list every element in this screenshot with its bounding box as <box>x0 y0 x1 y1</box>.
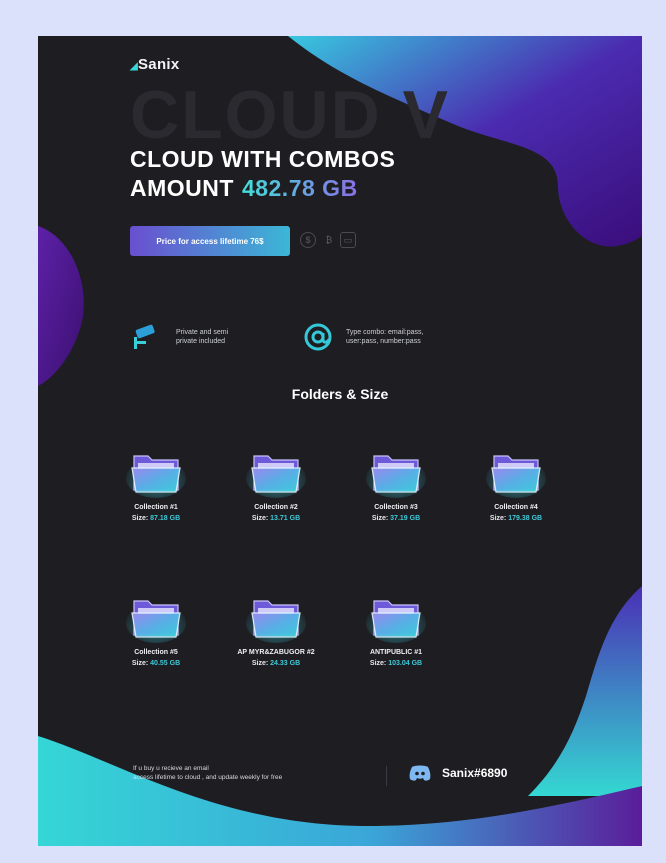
folder-name: Collection #1 <box>134 504 178 511</box>
amount-value: 482.78 GB <box>241 175 358 201</box>
dollar-coin-icon: $ <box>300 232 316 248</box>
folder-name: ANTIPUBLIC #1 <box>369 649 423 656</box>
folder-icon <box>126 455 186 498</box>
folder-size-label: Size: <box>369 660 387 667</box>
folder-size: Size: 37.19 GB <box>351 515 441 522</box>
feature-item: Type combo: email:pass, user:pass, numbe… <box>302 321 423 353</box>
folder-size: Size: 24.33 GB <box>231 660 321 667</box>
folder-size-value: 179.38 GB <box>508 515 543 522</box>
heading-line-1: CLOUD WITH COMBOS <box>130 146 396 172</box>
footer-divider <box>386 766 387 786</box>
folder-name: Collection #2 <box>254 504 298 511</box>
folder-item[interactable]: Collection #4 Size: 179.38 GB <box>471 446 561 522</box>
heading-line-2: AMOUNT 482.78 GB <box>130 175 358 202</box>
at-sign-icon <box>304 323 332 351</box>
footer-note-line: If u buy u recieve an email <box>133 765 209 772</box>
brand-name: Sanix <box>138 56 180 73</box>
folder-icon <box>366 600 426 643</box>
folder-item[interactable]: Collection #2 Size: 13.71 GB <box>231 446 321 522</box>
folder-size: Size: 179.38 GB <box>471 515 561 522</box>
camera-icon <box>134 324 155 349</box>
poster: ◢Sanix CLOUD V CLOUD WITH COMBOS AMOUNT 4… <box>38 36 642 846</box>
feature-item: Private and semi private included <box>130 321 228 353</box>
folder-item[interactable]: ANTIPUBLIC #1 Size: 103.04 GB <box>351 591 441 667</box>
folder-size-label: Size: <box>371 515 389 522</box>
wallet-icon: ▭ <box>340 232 356 248</box>
feature-text-line: Private and semi <box>176 329 229 336</box>
footer-note: If u buy u recieve an email access lifet… <box>133 764 282 782</box>
folder-size-label: Size: <box>251 660 269 667</box>
folder-size: Size: 13.71 GB <box>231 515 321 522</box>
folder-size: Size: 40.55 GB <box>111 660 201 667</box>
feature-text-line: Type combo: email:pass, <box>346 329 424 336</box>
feature-text: Type combo: email:pass, user:pass, numbe… <box>346 328 423 346</box>
folder-size-value: 87.18 GB <box>150 515 181 522</box>
folder-icon <box>366 455 426 498</box>
folder-size-value: 40.55 GB <box>150 660 181 667</box>
brand-logo: ◢Sanix <box>130 56 180 73</box>
ghost-heading: CLOUD V <box>130 77 450 153</box>
folder-size-label: Size: <box>489 515 507 522</box>
folder-item[interactable]: Collection #1 Size: 87.18 GB <box>111 446 201 522</box>
discord-handle[interactable]: Sanix#6890 <box>442 766 507 780</box>
folder-size-label: Size: <box>251 515 269 522</box>
folder-size: Size: 103.04 GB <box>351 660 441 667</box>
feature-text-line: private included <box>176 338 226 345</box>
folder-item[interactable]: Collection #3 Size: 37.19 GB <box>351 446 441 522</box>
folder-name: Collection #5 <box>134 649 178 656</box>
price-button[interactable]: Price for access lifetime 76$ <box>130 226 290 256</box>
folder-size-value: 103.04 GB <box>388 660 423 667</box>
folder-name: AP MYR&ZABUGOR #2 <box>237 649 315 656</box>
brand-logo-mark: ◢ <box>130 61 138 72</box>
folder-icon <box>246 455 306 498</box>
footer-note-line: access lifetime to cloud , and update we… <box>133 774 283 781</box>
heading-amount-label: AMOUNT <box>130 175 234 201</box>
folder-name: Collection #3 <box>374 504 418 511</box>
folder-size: Size: 87.18 GB <box>111 515 201 522</box>
bitcoin-icon: ₿ <box>325 235 333 245</box>
folder-size-value: 13.71 GB <box>270 515 301 522</box>
folders-title: Folders & Size <box>291 386 389 402</box>
folder-item[interactable]: AP MYR&ZABUGOR #2 Size: 24.33 GB <box>231 591 321 667</box>
folder-item[interactable]: Collection #5 Size: 40.55 GB <box>111 591 201 667</box>
folder-size-value: 24.33 GB <box>270 660 301 667</box>
feature-text-line: user:pass, number:pass <box>346 338 421 345</box>
folder-size-value: 37.19 GB <box>390 515 421 522</box>
discord-icon <box>409 765 431 781</box>
folder-name: Collection #4 <box>494 504 538 511</box>
folder-size-label: Size: <box>131 660 149 667</box>
folder-icon <box>246 600 306 643</box>
feature-text: Private and semi private included <box>176 328 228 346</box>
folder-size-label: Size: <box>131 515 149 522</box>
folder-icon <box>126 600 186 643</box>
folder-icon <box>486 455 546 498</box>
